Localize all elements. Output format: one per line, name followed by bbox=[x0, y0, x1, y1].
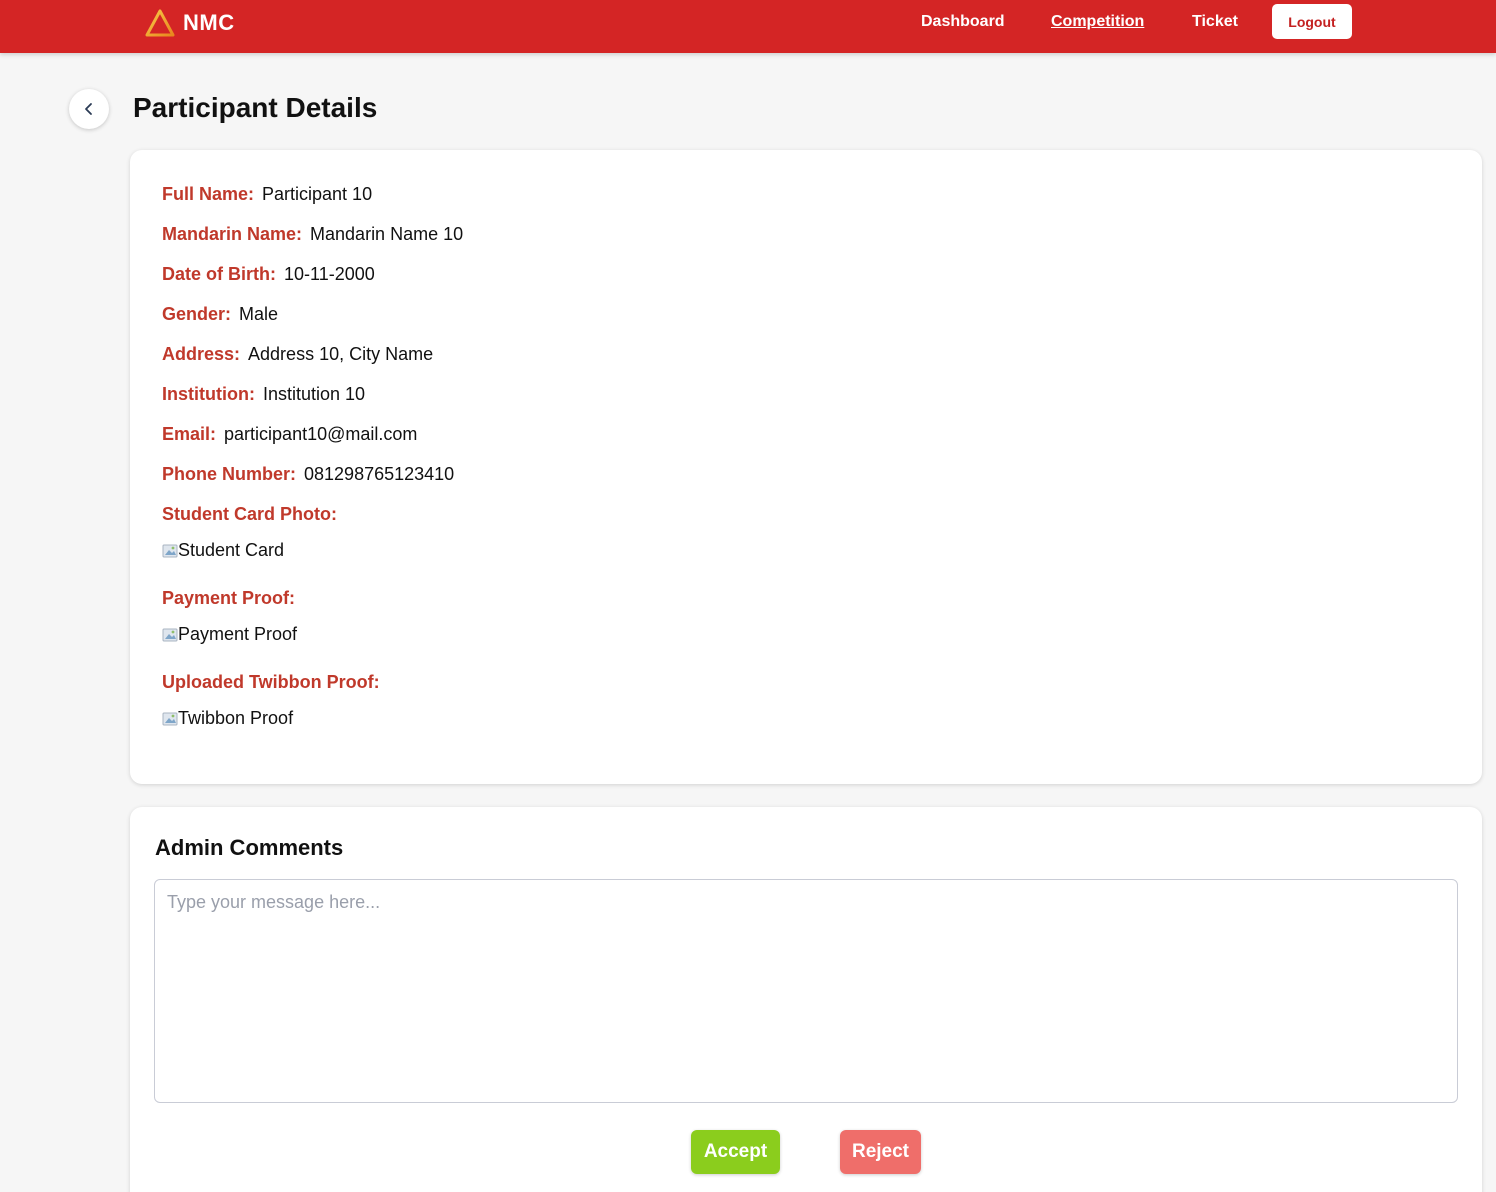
payment-proof-section: Payment Proof: bbox=[162, 588, 303, 609]
field-label: Payment Proof: bbox=[162, 588, 296, 608]
field-value: Male bbox=[239, 304, 279, 324]
field-label: Address: bbox=[162, 344, 241, 364]
field-label: Phone Number: bbox=[162, 464, 297, 484]
field-value: Address 10, City Name bbox=[248, 344, 434, 364]
field-phone-number: Phone Number: 081298765123410 bbox=[162, 464, 454, 485]
nav-link-competition[interactable]: Competition bbox=[1051, 13, 1144, 31]
brand[interactable]: NMC bbox=[145, 8, 235, 38]
field-value: Participant 10 bbox=[262, 184, 373, 204]
field-address: Address: Address 10, City Name bbox=[162, 344, 433, 365]
comments-title: Admin Comments bbox=[155, 835, 344, 860]
field-date-of-birth: Date of Birth: 10-11-2000 bbox=[162, 264, 375, 285]
field-label: Email: bbox=[162, 424, 217, 444]
field-label: Student Card Photo: bbox=[162, 504, 337, 524]
page-title: Participant Details bbox=[133, 92, 378, 123]
field-label: Institution: bbox=[162, 384, 255, 404]
nav-link-ticket[interactable]: Ticket bbox=[1192, 13, 1238, 31]
top-navbar: NMC Dashboard Competition Ticket Logout bbox=[0, 0, 1496, 53]
nav-link-dashboard[interactable]: Dashboard bbox=[921, 13, 1005, 31]
brand-name: NMC bbox=[183, 10, 235, 35]
back-button[interactable] bbox=[69, 89, 109, 129]
field-value: participant10@mail.com bbox=[224, 424, 418, 444]
field-value: Institution 10 bbox=[262, 384, 366, 404]
field-label: Full Name: bbox=[162, 184, 255, 204]
field-label: Gender: bbox=[162, 304, 232, 324]
admin-comments-card: Admin Comments Accept Reject bbox=[130, 807, 1482, 1192]
triangle-logo-icon bbox=[145, 9, 175, 37]
payment-proof-image: Payment Proof bbox=[162, 624, 297, 645]
field-full-name: Full Name: Participant 10 bbox=[162, 184, 372, 205]
comment-textarea[interactable] bbox=[154, 879, 1458, 1103]
image-alt-text: Student Card bbox=[178, 540, 285, 560]
image-alt-text: Twibbon Proof bbox=[178, 708, 294, 728]
field-label: Mandarin Name: bbox=[162, 224, 303, 244]
accept-button[interactable]: Accept bbox=[691, 1130, 780, 1174]
field-mandarin-name: Mandarin Name: Mandarin Name 10 bbox=[162, 224, 463, 245]
broken-image-icon bbox=[162, 543, 178, 559]
field-label: Uploaded Twibbon Proof: bbox=[162, 672, 380, 692]
reject-button[interactable]: Reject bbox=[840, 1130, 921, 1174]
field-institution: Institution: Institution 10 bbox=[162, 384, 365, 405]
field-email: Email: participant10@mail.com bbox=[162, 424, 417, 445]
student-card-image: Student Card bbox=[162, 540, 284, 561]
image-alt-text: Payment Proof bbox=[178, 624, 298, 644]
broken-image-icon bbox=[162, 711, 178, 727]
broken-image-icon bbox=[162, 627, 178, 643]
field-label: Date of Birth: bbox=[162, 264, 276, 284]
field-gender: Gender: Male bbox=[162, 304, 278, 325]
student-card-photo-section: Student Card Photo: bbox=[162, 504, 345, 525]
field-value: 10-11-2000 bbox=[284, 264, 375, 284]
chevron-left-icon bbox=[85, 103, 92, 115]
twibbon-proof-section: Uploaded Twibbon Proof: bbox=[162, 672, 388, 693]
participant-details-card: Full Name: Participant 10 Mandarin Name: M… bbox=[130, 150, 1482, 784]
logout-button[interactable]: Logout bbox=[1272, 4, 1352, 39]
twibbon-proof-image: Twibbon Proof bbox=[162, 708, 293, 729]
field-value: Mandarin Name 10 bbox=[310, 224, 464, 244]
field-value: 081298765123410 bbox=[304, 464, 455, 484]
